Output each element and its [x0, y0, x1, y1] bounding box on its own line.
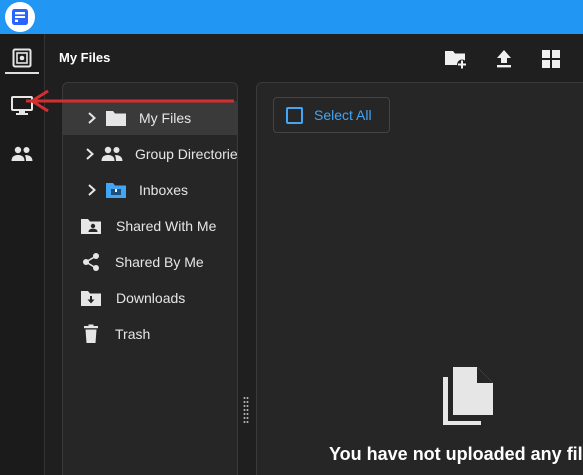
- tree-item-label: Trash: [115, 326, 151, 342]
- folder-tree-panel: My Files Group Directories Inboxes Share…: [62, 82, 238, 475]
- grid-view-icon: [542, 50, 560, 68]
- tree-item-inboxes[interactable]: Inboxes: [63, 173, 237, 207]
- rail-item-users[interactable]: [3, 136, 41, 172]
- new-folder-button[interactable]: [443, 46, 469, 72]
- top-bar: [0, 0, 583, 34]
- group-icon: [101, 146, 123, 162]
- app-logo-icon: [12, 9, 28, 25]
- select-all-checkbox[interactable]: [286, 106, 303, 124]
- upload-button[interactable]: [491, 46, 517, 72]
- monitor-icon: [11, 96, 33, 115]
- tree-item-shared-with-me[interactable]: Shared With Me: [63, 209, 237, 243]
- tree-item-label: Shared With Me: [116, 218, 217, 234]
- vault-icon: [12, 48, 32, 68]
- page-header: My Files: [46, 34, 583, 82]
- tree-item-trash[interactable]: Trash: [63, 317, 237, 351]
- select-all-label: Select All: [314, 107, 372, 123]
- empty-file-icon: [441, 365, 497, 434]
- inbox-icon: [105, 181, 127, 199]
- page-title: My Files: [59, 50, 111, 65]
- tree-item-label: Group Directories: [135, 146, 238, 162]
- tree-item-downloads[interactable]: Downloads: [63, 281, 237, 315]
- new-folder-icon: [445, 51, 467, 70]
- drag-handle-icon: [243, 397, 249, 423]
- select-all-button[interactable]: Select All: [273, 97, 390, 133]
- tree-item-my-files[interactable]: My Files: [63, 101, 237, 135]
- rail-active-indicator: [5, 72, 39, 74]
- people-icon: [11, 146, 33, 161]
- chevron-right-icon[interactable]: [85, 111, 99, 125]
- shared-folder-icon: [80, 217, 102, 235]
- folder-icon: [105, 109, 127, 127]
- tree-item-label: Downloads: [116, 290, 186, 306]
- panel-resize-handle[interactable]: [243, 396, 249, 426]
- tree-item-label: My Files: [139, 110, 192, 126]
- rail-item-vault[interactable]: [3, 40, 41, 76]
- tree-item-label: Shared By Me: [115, 254, 204, 270]
- tree-item-shared-by-me[interactable]: Shared By Me: [63, 245, 237, 279]
- app-logo[interactable]: [5, 2, 35, 32]
- download-folder-icon: [80, 289, 102, 307]
- tree-item-group-directories[interactable]: Group Directories: [63, 137, 238, 171]
- chevron-right-icon[interactable]: [85, 183, 99, 197]
- share-icon: [81, 252, 101, 272]
- file-content-panel: Select All You have not uploaded any fil…: [256, 82, 583, 475]
- grid-view-button[interactable]: [538, 46, 564, 72]
- rail-item-devices[interactable]: [3, 88, 41, 124]
- trash-icon: [83, 324, 99, 344]
- upload-icon: [497, 50, 511, 68]
- empty-state-message: You have not uploaded any files: [329, 444, 583, 464]
- chevron-right-icon[interactable]: [85, 147, 95, 161]
- tree-item-label: Inboxes: [139, 182, 189, 198]
- nav-rail: [0, 34, 45, 475]
